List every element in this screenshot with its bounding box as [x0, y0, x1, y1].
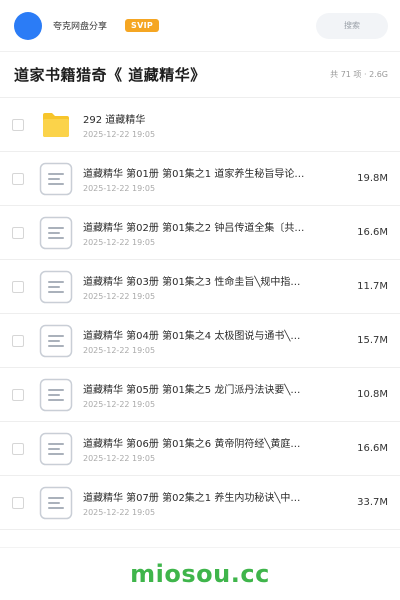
file-date: 2025-12-22 19:05 [83, 453, 156, 463]
document-icon [39, 378, 73, 412]
share-name: 夸克网盘分享 [53, 22, 108, 32]
divider [0, 547, 400, 548]
svip-badge[interactable]: SVIP [125, 19, 160, 32]
file-size: 33.7M [357, 497, 388, 508]
folder-icon [39, 108, 73, 142]
file-size: 16.6M [357, 227, 388, 238]
avatar[interactable] [14, 11, 42, 40]
file-date: 2025-12-22 19:05 [83, 291, 156, 301]
file-info: 道藏精华 第07册 第02集之1 养生内功秘诀╲中… 2025-12-22 19:… [83, 489, 349, 517]
row-checkbox[interactable] [12, 280, 24, 293]
file-row[interactable]: 道藏精华 第05册 第01集之5 龙门派丹法诀要╲… 2025-12-22 19:… [0, 368, 400, 422]
file-size: 10.8M [357, 389, 388, 400]
file-name[interactable]: 道藏精华 第04册 第01集之4 太极图说与通书╲… [83, 327, 321, 342]
file-info: 道藏精华 第01册 第01集之1 道家养生秘旨导论… 2025-12-22 19:… [83, 165, 349, 193]
file-date: 2025-12-22 19:05 [83, 183, 156, 193]
file-name[interactable]: 292 道藏精华 [83, 111, 321, 126]
row-checkbox[interactable] [12, 226, 24, 239]
file-list: 292 道藏精华 2025-12-22 19:05 道藏精华 第01册 第01集之1… [0, 98, 400, 530]
file-row[interactable]: 道藏精华 第04册 第01集之4 太极图说与通书╲… 2025-12-22 19:… [0, 314, 400, 368]
file-name[interactable]: 道藏精华 第07册 第02集之1 养生内功秘诀╲中… [83, 489, 321, 504]
document-icon [39, 486, 73, 520]
file-date: 2025-12-22 19:05 [83, 507, 156, 517]
row-checkbox[interactable] [12, 388, 24, 401]
page-title: 道家书籍猎奇《 道藏精华》 [14, 66, 206, 84]
file-name[interactable]: 道藏精华 第03册 第01集之3 性命圭旨╲规中指… [83, 273, 321, 288]
file-row[interactable]: 道藏精华 第07册 第02集之1 养生内功秘诀╲中… 2025-12-22 19:… [0, 476, 400, 530]
file-date: 2025-12-22 19:05 [83, 237, 156, 247]
file-info: 道藏精华 第06册 第01集之6 黄帝阴符经╲黄庭… 2025-12-22 19:… [83, 435, 349, 463]
file-name[interactable]: 道藏精华 第06册 第01集之6 黄帝阴符经╲黄庭… [83, 435, 321, 450]
document-icon [39, 216, 73, 250]
row-checkbox[interactable] [12, 496, 24, 509]
file-info: 道藏精华 第05册 第01集之5 龙门派丹法诀要╲… 2025-12-22 19:… [83, 381, 349, 409]
brand-watermark: miosou.cc [130, 560, 270, 588]
file-size: 11.7M [357, 281, 388, 292]
search-input[interactable]: 搜索 [316, 12, 388, 39]
document-icon [39, 432, 73, 466]
file-info: 道藏精华 第03册 第01集之3 性命圭旨╲规中指… 2025-12-22 19:… [83, 273, 349, 301]
file-name[interactable]: 道藏精华 第01册 第01集之1 道家养生秘旨导论… [83, 165, 321, 180]
document-icon [39, 324, 73, 358]
row-checkbox[interactable] [12, 172, 24, 185]
search-placeholder: 搜索 [344, 21, 360, 30]
file-name[interactable]: 道藏精华 第02册 第01集之2 钟吕传道全集〔共… [83, 219, 321, 234]
file-info: 道藏精华 第04册 第01集之4 太极图说与通书╲… 2025-12-22 19:… [83, 327, 349, 355]
row-checkbox[interactable] [12, 334, 24, 347]
row-checkbox[interactable] [12, 442, 24, 455]
file-size: 15.7M [357, 335, 388, 346]
share-header: 夸克网盘分享 SVIP 搜索 [0, 0, 400, 52]
file-row[interactable]: 道藏精华 第06册 第01集之6 黄帝阴符经╲黄庭… 2025-12-22 19:… [0, 422, 400, 476]
file-info: 292 道藏精华 2025-12-22 19:05 [83, 111, 380, 139]
file-row[interactable]: 道藏精华 第02册 第01集之2 钟吕传道全集〔共… 2025-12-22 19:… [0, 206, 400, 260]
file-row[interactable]: 道藏精华 第03册 第01集之3 性命圭旨╲规中指… 2025-12-22 19:… [0, 260, 400, 314]
item-count: 共 71 项 · 2.6G [330, 70, 388, 79]
row-checkbox[interactable] [12, 118, 24, 131]
document-icon [39, 270, 73, 304]
file-date: 2025-12-22 19:05 [83, 345, 156, 355]
file-name[interactable]: 道藏精华 第05册 第01集之5 龙门派丹法诀要╲… [83, 381, 321, 396]
file-info: 道藏精华 第02册 第01集之2 钟吕传道全集〔共… 2025-12-22 19:… [83, 219, 349, 247]
file-size: 19.8M [357, 173, 388, 184]
file-row[interactable]: 292 道藏精华 2025-12-22 19:05 [0, 98, 400, 152]
file-row[interactable]: 道藏精华 第01册 第01集之1 道家养生秘旨导论… 2025-12-22 19:… [0, 152, 400, 206]
file-date: 2025-12-22 19:05 [83, 399, 156, 409]
file-date: 2025-12-22 19:05 [83, 129, 156, 139]
document-icon [39, 162, 73, 196]
title-bar: 道家书籍猎奇《 道藏精华》 共 71 项 · 2.6G [0, 52, 400, 98]
file-size: 16.6M [357, 443, 388, 454]
